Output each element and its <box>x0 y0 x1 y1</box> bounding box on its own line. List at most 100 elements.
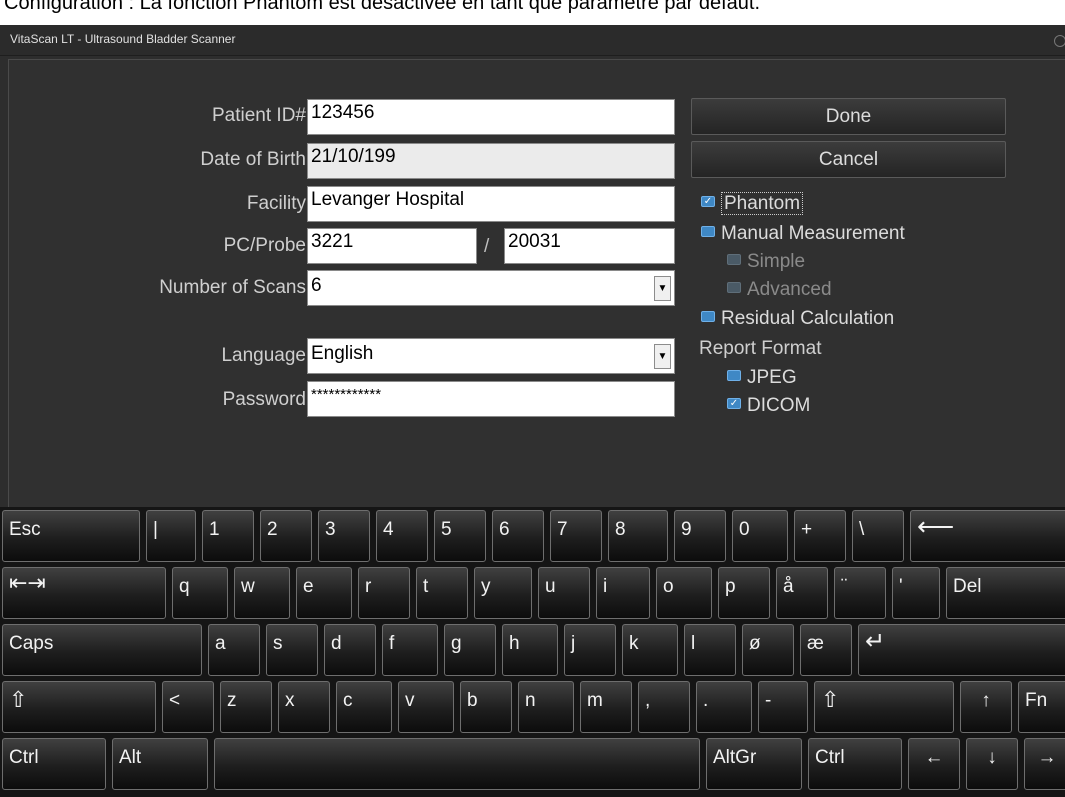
key-9[interactable]: 9 <box>674 510 726 562</box>
on-screen-keyboard: Esc | 1 2 3 4 5 6 7 8 9 0 + \ ⟵ ⇤⇥ q w e… <box>0 507 1065 797</box>
key-a[interactable]: a <box>208 624 260 676</box>
key-6[interactable]: 6 <box>492 510 544 562</box>
key-j[interactable]: j <box>564 624 616 676</box>
key-f[interactable]: f <box>382 624 438 676</box>
done-button[interactable]: Done <box>691 98 1006 135</box>
residual-calculation-label: Residual Calculation <box>721 308 895 329</box>
key-ctrl-right[interactable]: Ctrl <box>808 738 902 790</box>
key-3[interactable]: 3 <box>318 510 370 562</box>
dob-label: Date of Birth <box>200 149 306 170</box>
window-title: VitaScan LT - Ultrasound Bladder Scanner <box>10 32 236 46</box>
key-h[interactable]: h <box>502 624 558 676</box>
key-altgr[interactable]: AltGr <box>706 738 802 790</box>
jpeg-option[interactable]: JPEG <box>727 367 797 389</box>
key-e[interactable]: e <box>296 567 352 619</box>
key-less-than[interactable]: < <box>162 681 214 733</box>
key-l[interactable]: l <box>684 624 736 676</box>
key-2[interactable]: 2 <box>260 510 312 562</box>
shift-icon[interactable]: ⇧ <box>2 681 156 733</box>
key-p[interactable]: p <box>718 567 770 619</box>
key-b[interactable]: b <box>460 681 512 733</box>
facility-input[interactable]: Levanger Hospital <box>307 186 675 222</box>
simple-option[interactable]: Simple <box>727 251 805 273</box>
key-comma[interactable]: , <box>638 681 690 733</box>
key-d[interactable]: d <box>324 624 376 676</box>
key-r[interactable]: r <box>358 567 410 619</box>
dicom-option[interactable]: ✓ DICOM <box>727 395 810 417</box>
key-x[interactable]: x <box>278 681 330 733</box>
probe-input[interactable]: 20031 <box>504 228 675 264</box>
arrow-right-icon[interactable]: → <box>1024 738 1065 790</box>
backspace-icon[interactable]: ⟵ <box>910 510 1065 562</box>
key-z[interactable]: z <box>220 681 272 733</box>
key-period[interactable]: . <box>696 681 752 733</box>
key-8[interactable]: 8 <box>608 510 668 562</box>
key-o[interactable]: o <box>656 567 712 619</box>
key-alt[interactable]: Alt <box>112 738 208 790</box>
advanced-option[interactable]: Advanced <box>727 279 832 301</box>
key-del[interactable]: Del <box>946 567 1065 619</box>
key-1[interactable]: 1 <box>202 510 254 562</box>
key-minus[interactable]: - <box>758 681 808 733</box>
key-ctrl-left[interactable]: Ctrl <box>2 738 106 790</box>
chevron-down-icon[interactable]: ▼ <box>654 276 671 301</box>
manual-measurement-option[interactable]: Manual Measurement <box>701 223 905 245</box>
key-i[interactable]: i <box>596 567 650 619</box>
key-7[interactable]: 7 <box>550 510 602 562</box>
checkbox-icon[interactable] <box>701 311 715 323</box>
key-5[interactable]: 5 <box>434 510 486 562</box>
key-n[interactable]: n <box>518 681 574 733</box>
tab-icon[interactable]: ⇤⇥ <box>2 567 166 619</box>
arrow-left-icon[interactable]: ← <box>908 738 960 790</box>
key-m[interactable]: m <box>580 681 632 733</box>
chevron-down-icon[interactable]: ▼ <box>654 344 671 369</box>
dob-input[interactable]: 21/10/199 <box>307 143 675 179</box>
key-s[interactable]: s <box>266 624 318 676</box>
key-plus[interactable]: + <box>794 510 846 562</box>
arrow-down-icon[interactable]: ↓ <box>966 738 1018 790</box>
check-icon[interactable]: ✓ <box>701 196 715 208</box>
key-y[interactable]: y <box>474 567 532 619</box>
checkbox-icon[interactable] <box>727 370 741 382</box>
app-window: VitaScan LT - Ultrasound Bladder Scanner… <box>0 25 1065 797</box>
key-caps[interactable]: Caps <box>2 624 202 676</box>
key-diaeresis[interactable]: ¨ <box>834 567 886 619</box>
window-control-icon[interactable] <box>1054 35 1065 47</box>
key-a-ring[interactable]: å <box>776 567 828 619</box>
residual-calculation-option[interactable]: Residual Calculation <box>701 308 894 330</box>
language-select[interactable]: English ▼ <box>307 338 675 374</box>
key-ae[interactable]: æ <box>800 624 852 676</box>
key-t[interactable]: t <box>416 567 468 619</box>
key-space[interactable] <box>214 738 700 790</box>
key-o-slash[interactable]: ø <box>742 624 794 676</box>
key-apostrophe[interactable]: ' <box>892 567 940 619</box>
key-u[interactable]: u <box>538 567 590 619</box>
key-esc[interactable]: Esc <box>2 510 140 562</box>
cancel-button[interactable]: Cancel <box>691 141 1006 178</box>
key-k[interactable]: k <box>622 624 678 676</box>
key-c[interactable]: c <box>336 681 392 733</box>
title-bar: VitaScan LT - Ultrasound Bladder Scanner <box>0 25 1065 56</box>
checkbox-icon[interactable] <box>727 282 741 294</box>
key-v[interactable]: v <box>398 681 454 733</box>
key-0[interactable]: 0 <box>732 510 788 562</box>
checkbox-icon[interactable] <box>701 226 715 238</box>
password-input[interactable]: ************ <box>307 381 675 417</box>
arrow-up-icon[interactable]: ↑ <box>960 681 1012 733</box>
num-scans-select[interactable]: 6 ▼ <box>307 270 675 306</box>
key-pipe[interactable]: | <box>146 510 196 562</box>
pc-input[interactable]: 3221 <box>307 228 477 264</box>
shift-icon[interactable]: ⇧ <box>814 681 954 733</box>
manual-measurement-label: Manual Measurement <box>721 223 905 244</box>
check-icon[interactable]: ✓ <box>727 398 741 410</box>
patient-id-input[interactable]: 123456 <box>307 99 675 135</box>
key-fn[interactable]: Fn <box>1018 681 1065 733</box>
key-g[interactable]: g <box>444 624 496 676</box>
enter-icon[interactable]: ↵ <box>858 624 1065 676</box>
key-backslash[interactable]: \ <box>852 510 904 562</box>
checkbox-icon[interactable] <box>727 254 741 266</box>
key-4[interactable]: 4 <box>376 510 428 562</box>
phantom-option[interactable]: ✓ Phantom <box>701 192 804 215</box>
key-w[interactable]: w <box>234 567 290 619</box>
key-q[interactable]: q <box>172 567 228 619</box>
